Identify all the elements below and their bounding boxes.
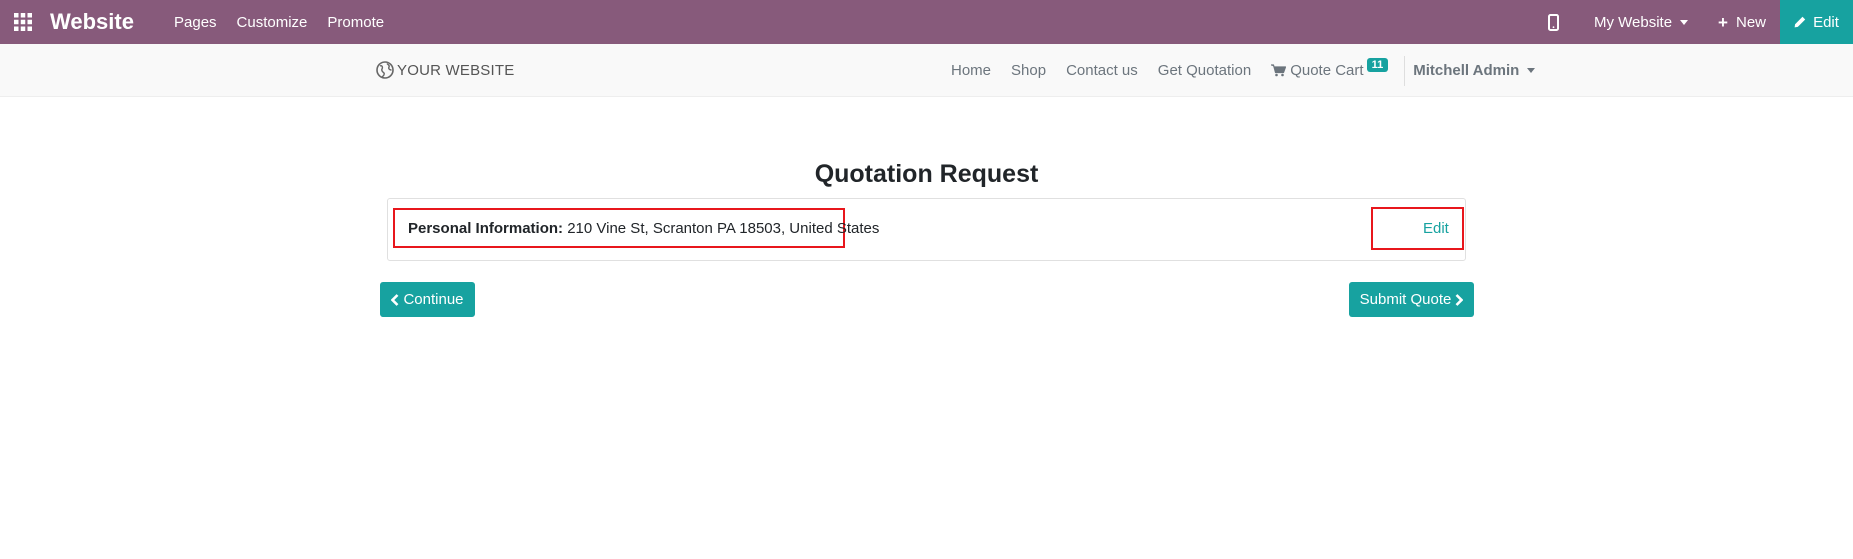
admin-right-actions: My Website + New Edit: [1544, 0, 1853, 44]
personal-info-text: Personal Information: 210 Vine St, Scran…: [408, 220, 879, 237]
nav-quote-cart[interactable]: Quote Cart 11: [1271, 57, 1389, 79]
caret-down-icon: [1527, 68, 1536, 73]
website-selector-label: My Website: [1593, 13, 1673, 31]
new-button-label: New: [1735, 13, 1766, 31]
continue-button[interactable]: Continue: [380, 282, 475, 317]
globe-icon: [376, 61, 394, 79]
edit-link-highlight-box: [1371, 207, 1464, 250]
new-button[interactable]: + New: [1718, 14, 1766, 31]
apps-grid-icon[interactable]: [14, 13, 32, 31]
admin-navbar: Website Pages Customize Promote My Websi…: [0, 0, 1853, 44]
user-menu[interactable]: Mitchell Admin: [1413, 62, 1536, 79]
edit-page-button[interactable]: Edit: [1780, 0, 1853, 44]
chevron-right-icon: [1455, 293, 1464, 306]
personal-info-address: 210 Vine St, Scranton PA 18503, United S…: [563, 220, 880, 237]
quote-cart-count-badge: 11: [1366, 57, 1389, 72]
nav-shop[interactable]: Shop: [1011, 62, 1046, 79]
nav-divider: [1404, 55, 1406, 86]
submit-quote-button-label: Submit Quote: [1359, 291, 1452, 308]
menu-customize[interactable]: Customize: [237, 14, 308, 31]
page-title: Quotation Request: [814, 160, 1039, 188]
caret-down-icon: [1680, 19, 1689, 25]
pencil-icon: [1794, 16, 1806, 28]
submit-quote-button[interactable]: Submit Quote: [1349, 282, 1474, 317]
website-header: YOUR WEBSITE Home Shop Contact us Get Qu…: [0, 44, 1853, 97]
continue-button-label: Continue: [403, 291, 464, 308]
nav-home[interactable]: Home: [951, 62, 991, 79]
chevron-left-icon: [391, 293, 399, 306]
site-logo-text: YOUR WEBSITE: [397, 61, 515, 79]
menu-promote[interactable]: Promote: [327, 14, 384, 31]
menu-pages[interactable]: Pages: [174, 14, 217, 31]
nav-contact-us[interactable]: Contact us: [1066, 62, 1138, 79]
plus-icon: +: [1718, 12, 1728, 32]
site-logo[interactable]: YOUR WEBSITE: [376, 61, 514, 79]
website-selector[interactable]: My Website: [1593, 13, 1689, 31]
shopping-cart-icon: [1271, 64, 1287, 77]
personal-info-label: Personal Information:: [408, 220, 564, 237]
quote-cart-label: Quote Cart: [1290, 62, 1364, 79]
admin-menu: Pages Customize Promote: [174, 0, 404, 44]
mobile-phone-icon[interactable]: [1544, 12, 1564, 32]
app-brand[interactable]: Website: [50, 9, 134, 35]
nav-get-quotation[interactable]: Get Quotation: [1158, 62, 1251, 79]
edit-page-label: Edit: [1813, 13, 1839, 31]
personal-info-card: Personal Information: 210 Vine St, Scran…: [387, 198, 1466, 261]
site-navigation: Home Shop Contact us Get Quotation Quote…: [951, 44, 1536, 97]
user-name: Mitchell Admin: [1413, 62, 1520, 79]
edit-personal-info-link[interactable]: Edit: [1423, 220, 1449, 237]
